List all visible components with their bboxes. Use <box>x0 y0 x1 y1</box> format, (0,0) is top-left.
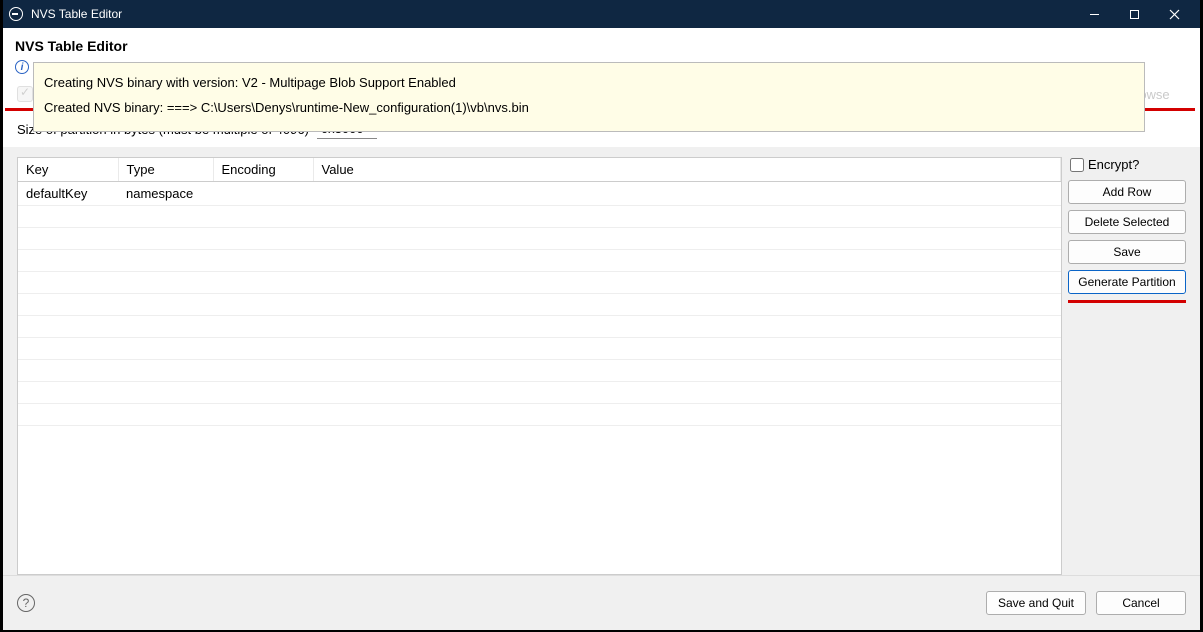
cell-value[interactable] <box>313 182 1061 206</box>
highlight-line-generate <box>1068 300 1186 303</box>
table-row-empty <box>18 382 1061 404</box>
footer: ? Save and Quit Cancel <box>3 575 1200 630</box>
status-line-2: Created NVS binary: ===> C:\Users\Denys\… <box>44 98 1134 119</box>
window-title: NVS Table Editor <box>31 7 1074 21</box>
page-title: NVS Table Editor <box>3 28 1200 58</box>
table-header-row: Key Type Encoding Value <box>18 158 1061 182</box>
table-row-empty <box>18 316 1061 338</box>
cell-encoding[interactable] <box>213 182 313 206</box>
table-row-empty <box>18 250 1061 272</box>
cancel-button[interactable]: Cancel <box>1096 591 1186 615</box>
table-row[interactable]: defaultKey namespace <box>18 182 1061 206</box>
table-row-empty <box>18 272 1061 294</box>
help-icon[interactable]: ? <box>17 594 35 612</box>
nvs-editor-window: NVS Table Editor NVS Table Editor i Path… <box>3 0 1200 630</box>
table-row-empty <box>18 404 1061 426</box>
generate-partition-button[interactable]: Generate Partition <box>1068 270 1186 294</box>
cell-key[interactable]: defaultKey <box>18 182 118 206</box>
encrypt-checkbox[interactable] <box>1070 158 1084 172</box>
delete-selected-button[interactable]: Delete Selected <box>1068 210 1186 234</box>
cell-type[interactable]: namespace <box>118 182 213 206</box>
col-encoding[interactable]: Encoding <box>213 158 313 182</box>
status-tooltip: Creating NVS binary with version: V2 - M… <box>33 62 1145 132</box>
table-row-empty <box>18 338 1061 360</box>
maximize-button[interactable] <box>1114 0 1154 28</box>
table-row-empty <box>18 294 1061 316</box>
col-value[interactable]: Value <box>313 158 1061 182</box>
eclipse-icon <box>9 7 23 21</box>
side-buttons: Encrypt? Add Row Delete Selected Save Ge… <box>1068 157 1186 575</box>
encryption-checkbox[interactable] <box>17 86 33 102</box>
table-row-empty <box>18 360 1061 382</box>
table-row-empty <box>18 206 1061 228</box>
status-line-1: Creating NVS binary with version: V2 - M… <box>44 73 1134 94</box>
info-icon: i <box>15 60 29 74</box>
main-area: Key Type Encoding Value defaultKey names… <box>3 147 1200 575</box>
encrypt-label: Encrypt? <box>1088 157 1139 172</box>
save-button[interactable]: Save <box>1068 240 1186 264</box>
titlebar: NVS Table Editor <box>3 0 1200 28</box>
table-row-empty <box>18 228 1061 250</box>
save-and-quit-button[interactable]: Save and Quit <box>986 591 1086 615</box>
col-key[interactable]: Key <box>18 158 118 182</box>
add-row-button[interactable]: Add Row <box>1068 180 1186 204</box>
minimize-button[interactable] <box>1074 0 1114 28</box>
nvs-table: Key Type Encoding Value defaultKey names… <box>17 157 1062 575</box>
col-type[interactable]: Type <box>118 158 213 182</box>
close-button[interactable] <box>1154 0 1194 28</box>
encrypt-checkbox-row[interactable]: Encrypt? <box>1068 157 1186 174</box>
